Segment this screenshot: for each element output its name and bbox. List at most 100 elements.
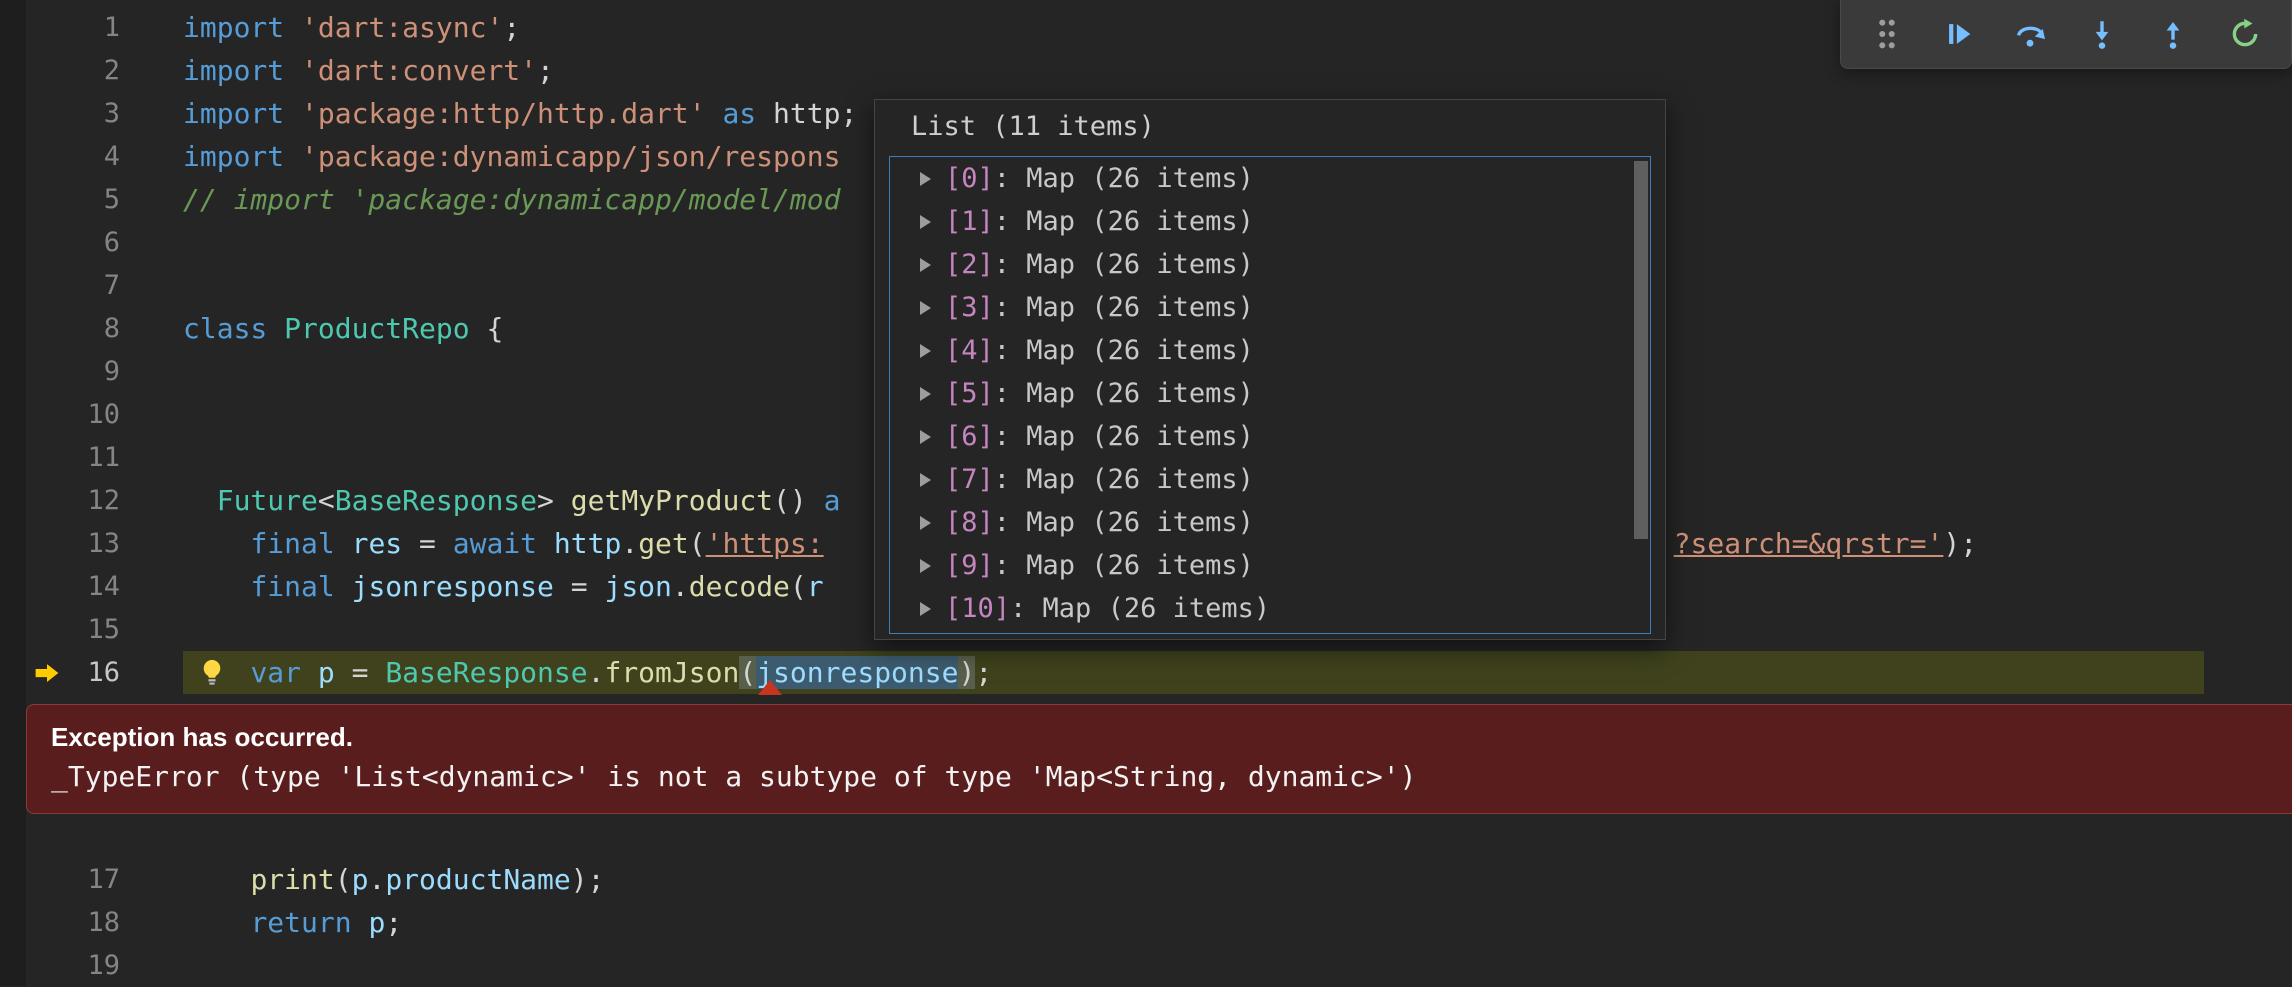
variable-item[interactable]: [0]: Map (26 items)	[890, 157, 1650, 200]
variable-item[interactable]: [2]: Map (26 items)	[890, 243, 1650, 286]
line-number: 4	[103, 141, 120, 172]
code-content[interactable]: var p = BaseResponse.fromJson(jsonrespon…	[183, 651, 2204, 694]
code-line[interactable]: 19	[0, 944, 2292, 987]
gutter-spacer	[120, 350, 183, 393]
exception-widget: Exception has occurred. _TypeError (type…	[26, 704, 2292, 814]
code-line[interactable]: 18 return p;	[0, 901, 2292, 944]
gutter-glyph-margin[interactable]	[0, 92, 70, 135]
variable-item[interactable]: [3]: Map (26 items)	[890, 286, 1650, 329]
expand-twisty-icon[interactable]	[920, 300, 931, 315]
restart-button[interactable]	[2223, 7, 2267, 61]
gutter-spacer	[120, 944, 183, 987]
code-token: {	[469, 312, 504, 345]
code-token: .	[587, 656, 605, 689]
expand-twisty-icon[interactable]	[920, 472, 931, 487]
gutter-glyph-margin[interactable]	[0, 393, 70, 436]
popup-value-summary[interactable]: List (11 items)	[875, 100, 1665, 154]
code-content[interactable]: print(p.productName);	[183, 858, 2204, 901]
gutter-glyph-margin[interactable]	[0, 944, 70, 987]
line-number: 11	[87, 442, 120, 473]
variable-item[interactable]: [1]: Map (26 items)	[890, 200, 1650, 243]
expand-twisty-icon[interactable]	[920, 257, 931, 272]
gutter-glyph-margin[interactable]	[0, 901, 70, 944]
code-token: p	[368, 906, 386, 939]
gutter-glyph-margin[interactable]	[0, 307, 70, 350]
variable-index: [4]	[945, 335, 994, 366]
step-over-button[interactable]	[2008, 7, 2052, 61]
code-content[interactable]: return p;	[183, 901, 2204, 944]
code-token: ()	[773, 484, 824, 517]
variable-item[interactable]: [8]: Map (26 items)	[890, 501, 1650, 544]
code-token: ProductRepo	[284, 312, 470, 345]
current-frame-arrow-icon[interactable]	[0, 651, 70, 694]
line-number: 7	[103, 270, 120, 301]
gutter-glyph-margin[interactable]	[0, 565, 70, 608]
expand-twisty-icon[interactable]	[920, 386, 931, 401]
line-number: 19	[87, 950, 120, 981]
line-number: 5	[103, 184, 120, 215]
code-token: Future	[216, 484, 318, 517]
variable-value: : Map (26 items)	[1010, 593, 1271, 624]
gutter-glyph-margin[interactable]	[0, 608, 70, 651]
scrollbar-thumb[interactable]	[1634, 161, 1648, 539]
code-content[interactable]	[183, 944, 2204, 987]
code-token: ?search=&qrstr='	[1673, 527, 1944, 560]
expand-twisty-icon[interactable]	[920, 343, 931, 358]
variable-value: : Map (26 items)	[993, 249, 1254, 280]
gutter-glyph-margin[interactable]	[0, 436, 70, 479]
code-token: var	[250, 656, 302, 689]
expand-twisty-icon[interactable]	[920, 214, 931, 229]
code-token: print	[250, 863, 335, 896]
expand-twisty-icon[interactable]	[920, 601, 931, 616]
code-line[interactable]: 16 var p = BaseResponse.fromJson(jsonres…	[0, 651, 2292, 694]
code-token: (	[688, 527, 706, 560]
line-number: 9	[103, 356, 120, 387]
gutter-glyph-margin[interactable]	[0, 350, 70, 393]
line-number: 15	[87, 614, 120, 645]
variable-item[interactable]: [10]: Map (26 items)	[890, 587, 1650, 630]
variable-item[interactable]: [7]: Map (26 items)	[890, 458, 1650, 501]
debug-toolbar[interactable]	[1840, 0, 2292, 69]
drag-handle[interactable]	[1865, 7, 1909, 61]
code-token: fromJson	[604, 656, 740, 689]
code-line[interactable]: 17 print(p.productName);	[0, 858, 2292, 901]
variable-value: : Map (26 items)	[993, 292, 1254, 323]
code-token: return	[250, 906, 352, 939]
step-out-button[interactable]	[2151, 7, 2195, 61]
step-into-button[interactable]	[2080, 7, 2124, 61]
gutter-spacer	[120, 479, 183, 522]
gutter-spacer	[120, 858, 183, 901]
restart-icon	[2232, 18, 2258, 47]
line-number: 10	[87, 399, 120, 430]
gutter-glyph-margin[interactable]	[0, 522, 70, 565]
expand-twisty-icon[interactable]	[920, 515, 931, 530]
code-token: r	[806, 570, 824, 603]
gutter-glyph-margin[interactable]	[0, 135, 70, 178]
expand-twisty-icon[interactable]	[920, 429, 931, 444]
gutter-glyph-margin[interactable]	[0, 49, 70, 92]
gutter-glyph-margin[interactable]	[0, 221, 70, 264]
line-number: 13	[87, 528, 120, 559]
code-token: jsonresponse	[351, 570, 554, 603]
code-token: p	[351, 863, 369, 896]
gutter-glyph-margin[interactable]	[0, 479, 70, 522]
lightbulb-icon[interactable]	[197, 658, 227, 688]
continue-button[interactable]	[1937, 7, 1981, 61]
expand-twisty-icon[interactable]	[920, 558, 931, 573]
variable-item[interactable]: [4]: Map (26 items)	[890, 329, 1650, 372]
variable-item[interactable]: [5]: Map (26 items)	[890, 372, 1650, 415]
gutter-spacer	[120, 92, 183, 135]
gutter-glyph-margin[interactable]	[0, 858, 70, 901]
gutter-spacer	[120, 221, 183, 264]
code-token: )	[958, 656, 976, 689]
variable-item[interactable]: [9]: Map (26 items)	[890, 544, 1650, 587]
variable-value: : Map (26 items)	[993, 378, 1254, 409]
gutter-glyph-margin[interactable]	[0, 6, 70, 49]
expand-twisty-icon[interactable]	[920, 171, 931, 186]
gutter-glyph-margin[interactable]	[0, 264, 70, 307]
gutter-glyph-margin[interactable]	[0, 178, 70, 221]
variable-item[interactable]: [6]: Map (26 items)	[890, 415, 1650, 458]
